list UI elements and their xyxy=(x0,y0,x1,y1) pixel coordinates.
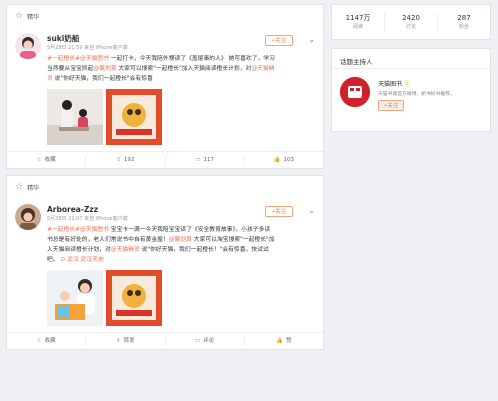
feed: ☆ 精华 +关注 ⌄ suki奶船 5月28日 21:59 来自 iPhone客… xyxy=(6,4,324,356)
sidebar: 1147万 阅读 2420 讨论 287 粉丝 话题主持人 天猫图书 Ⓥ 天猫书城… xyxy=(331,4,491,132)
section-label: 精华 xyxy=(27,184,40,192)
post-photo[interactable] xyxy=(106,270,162,326)
post-card: ☆ 精华 +关注 ⌄ Arborea-Zzz 5月28日 21:07 来自 iP… xyxy=(6,175,324,350)
verified-icon: Ⓥ xyxy=(404,81,411,88)
host-follow-button[interactable]: +关注 xyxy=(378,100,405,111)
avatar[interactable] xyxy=(15,204,41,230)
mention-link[interactable]: @天猫精灵 xyxy=(111,247,140,253)
chevron-down-icon[interactable]: ⌄ xyxy=(308,206,315,215)
share-label: 转发 xyxy=(123,337,135,344)
section-label: 精华 xyxy=(27,13,40,21)
hashtag-link[interactable]: #一起橙长# xyxy=(47,227,80,233)
chevron-down-icon[interactable]: ⌄ xyxy=(308,35,315,44)
stat-label: 粉丝 xyxy=(458,24,469,30)
location-link[interactable]: ⊙ 武汉 武汉天地 xyxy=(60,257,103,263)
post-photo[interactable] xyxy=(47,89,103,145)
stat-number: 1147万 xyxy=(345,14,371,22)
avatar[interactable] xyxy=(15,33,41,59)
thumbs-up-icon: 👍 xyxy=(273,156,281,163)
star-icon: ☆ xyxy=(15,11,24,21)
post-images xyxy=(47,89,313,145)
location-label: 武汉 武汉天地 xyxy=(67,257,104,263)
comment-button[interactable]: ▭ 117 xyxy=(166,155,245,165)
hashtag-link[interactable]: #一起橙长# xyxy=(47,56,80,62)
thumbs-up-icon: 👍 xyxy=(276,337,284,344)
topic-stats: 1147万 阅读 2420 讨论 287 粉丝 xyxy=(331,4,491,40)
host-description: 天猫书城官方微博，新书好书推荐， xyxy=(378,92,455,97)
post-text-part: 说"你好天猫，我们一起橙长"会有惊喜 xyxy=(52,76,153,82)
comment-icon: ▭ xyxy=(195,337,201,344)
host-name[interactable]: 天猫图书 Ⓥ xyxy=(378,79,410,88)
card-header: ☆ 精华 xyxy=(7,5,323,27)
comment-button[interactable]: ▭ 评论 xyxy=(166,336,245,346)
stat-number: 287 xyxy=(457,14,471,22)
post-text: #一起橙长#@天猫图书 宝宝卡一满一今天我陪宝宝读了《安全教育故事》，小孩子多读… xyxy=(47,225,275,265)
share-count: 192 xyxy=(123,156,135,163)
mention-link[interactable]: @天猫图书 xyxy=(80,227,109,233)
post-actions: ☆ 收藏 ⇪ 转发 ▭ 评论 👍 赞 xyxy=(7,332,323,349)
collect-label: 收藏 xyxy=(44,337,56,344)
post: +关注 ⌄ Arborea-Zzz 5月28日 21:07 来自 iPhone客… xyxy=(7,198,323,326)
comment-icon: ▭ xyxy=(195,156,201,163)
post-photo[interactable] xyxy=(47,270,103,326)
post-images xyxy=(47,270,313,326)
location-pin-icon: ⊙ xyxy=(60,257,66,263)
stat-discussions: 2420 讨论 xyxy=(385,13,438,31)
collect-label: 收藏 xyxy=(44,156,56,163)
post-card: ☆ 精华 +关注 ⌄ suki奶船 5月28日 21:59 来自 iPhone客… xyxy=(6,4,324,169)
collect-button[interactable]: ☆ 收藏 xyxy=(7,336,87,346)
card-header: ☆ 精华 xyxy=(7,176,323,198)
host-avatar[interactable] xyxy=(340,77,370,107)
stat-reads: 1147万 阅读 xyxy=(332,13,385,31)
share-icon: ⇪ xyxy=(116,156,121,163)
collect-button[interactable]: ☆ 收藏 xyxy=(7,155,87,165)
stat-label: 阅读 xyxy=(352,24,363,30)
star-icon: ☆ xyxy=(36,337,42,344)
post-actions: ☆ 收藏 ⇪ 192 ▭ 117 👍 103 xyxy=(7,151,323,168)
star-icon: ☆ xyxy=(15,182,24,192)
like-button[interactable]: 👍 赞 xyxy=(245,337,323,346)
post: +关注 ⌄ suki奶船 5月28日 21:59 来自 iPhone客户端 #一… xyxy=(7,27,323,145)
like-label: 赞 xyxy=(286,337,292,344)
stat-fans: 287 粉丝 xyxy=(438,13,490,31)
follow-button[interactable]: +关注 xyxy=(264,206,293,217)
share-icon: ⇪ xyxy=(116,337,121,344)
follow-button[interactable]: +关注 xyxy=(264,35,293,46)
star-icon: ☆ xyxy=(36,156,42,163)
comment-count: 117 xyxy=(203,156,214,163)
topic-host-card: 话题主持人 天猫图书 Ⓥ 天猫书城官方微博，新书好书推荐， +关注 xyxy=(331,48,491,132)
like-count: 103 xyxy=(283,156,295,163)
host-name-text: 天猫图书 xyxy=(378,81,403,88)
like-button[interactable]: 👍 103 xyxy=(245,156,323,165)
stat-label: 讨论 xyxy=(405,24,416,30)
share-button[interactable]: ⇪ 转发 xyxy=(86,336,166,346)
mention-link[interactable]: @聚划算 xyxy=(169,237,192,243)
post-photo[interactable] xyxy=(106,89,162,145)
stat-number: 2420 xyxy=(402,14,420,22)
post-text: #一起橙长#@天猫图书 一起打卡，今天我陪外甥读了《盖尾事的人》 她可喜欢了，学… xyxy=(47,54,275,84)
post-text-part: 大家可以搜索"一起橙长"加入天猫阅读橙长计划，对 xyxy=(116,66,252,72)
host-title: 话题主持人 xyxy=(332,49,490,69)
mention-link[interactable]: @天猫图书 xyxy=(80,56,109,62)
comment-label: 评论 xyxy=(203,337,215,344)
mention-link[interactable]: @聚划算 xyxy=(93,66,116,72)
share-button[interactable]: ⇪ 192 xyxy=(86,155,166,165)
